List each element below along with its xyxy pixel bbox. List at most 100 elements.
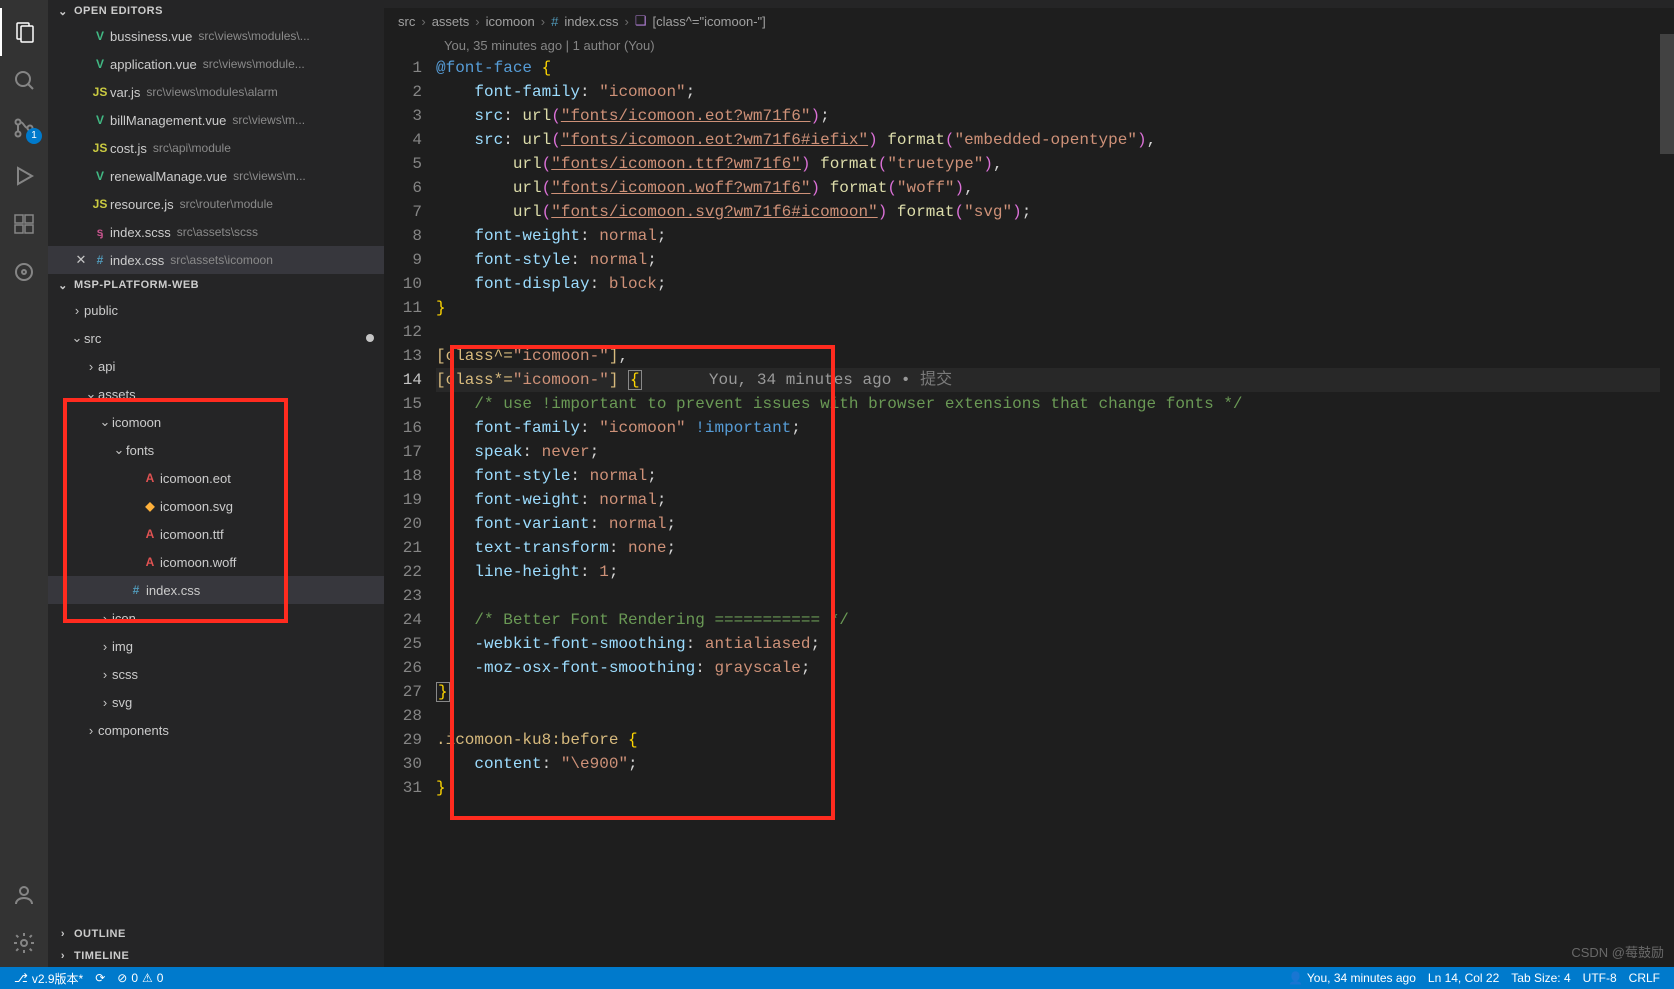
file-icon: # [90, 253, 110, 267]
settings-gear-icon[interactable] [0, 919, 48, 967]
outline-header[interactable]: › OUTLINE [48, 923, 384, 945]
folder-name: src [84, 331, 101, 346]
modified-dot-icon [366, 334, 374, 342]
tree-file[interactable]: ◆icomoon.svg [48, 492, 384, 520]
file-path: src\api\module [153, 141, 231, 155]
activity-bar: 1 [0, 0, 48, 967]
tree-file[interactable]: #index.css [48, 576, 384, 604]
file-name: billManagement.vue [110, 113, 226, 128]
line-gutter: 1234567891011121314151617181920212223242… [384, 56, 436, 967]
run-debug-icon[interactable] [0, 152, 48, 200]
file-path: src\assets\scss [177, 225, 258, 239]
status-sync[interactable]: ⟳ [89, 971, 111, 985]
breadcrumb-file[interactable]: index.css [564, 14, 618, 29]
open-editors-header[interactable]: ⌄ OPEN EDITORS [48, 0, 384, 22]
tabs-row [384, 0, 1674, 8]
tree-folder[interactable]: ⌄assets [48, 380, 384, 408]
status-tabsize[interactable]: Tab Size: 4 [1505, 971, 1576, 985]
tree-folder[interactable]: ›components [48, 716, 384, 744]
open-editor-item[interactable]: ᶊindex.scsssrc\assets\scss [48, 218, 384, 246]
gitlens-icon[interactable] [0, 248, 48, 296]
extensions-icon[interactable] [0, 200, 48, 248]
chevron-right-icon: › [421, 14, 425, 29]
breadcrumb-part[interactable]: assets [432, 14, 470, 29]
codelens-authors[interactable]: You, 35 minutes ago | 1 author (You) [384, 34, 1674, 56]
open-editor-item[interactable]: Vapplication.vuesrc\views\module... [48, 50, 384, 78]
status-blame[interactable]: 👤 You, 34 minutes ago [1282, 971, 1422, 985]
explorer-icon[interactable] [0, 8, 48, 56]
error-icon: ⊘ [117, 971, 127, 985]
folder-name: components [98, 723, 169, 738]
open-editor-item[interactable]: ✕#index.csssrc\assets\icomoon [48, 246, 384, 274]
source-control-icon[interactable]: 1 [0, 104, 48, 152]
chevron-icon: › [84, 359, 98, 374]
status-encoding[interactable]: UTF-8 [1577, 971, 1623, 985]
timeline-header[interactable]: › TIMELINE [48, 945, 384, 967]
open-editor-item[interactable]: JScost.jssrc\api\module [48, 134, 384, 162]
open-editors-list: Vbussiness.vuesrc\views\modules\...Vappl… [48, 22, 384, 274]
tree-folder[interactable]: ›img [48, 632, 384, 660]
tree-folder[interactable]: ›icon [48, 604, 384, 632]
scrollbar-vertical[interactable] [1660, 34, 1674, 967]
file-name: icomoon.ttf [160, 527, 224, 542]
file-icon: A [140, 527, 160, 541]
chevron-right-icon: › [475, 14, 479, 29]
open-editor-item[interactable]: VbillManagement.vuesrc\views\m... [48, 106, 384, 134]
symbol-icon: ❑ [635, 13, 647, 29]
breadcrumb-part[interactable]: icomoon [486, 14, 535, 29]
tree-folder[interactable]: ›api [48, 352, 384, 380]
tree-folder[interactable]: ›public [48, 296, 384, 324]
chevron-icon: › [98, 639, 112, 654]
status-ln-col[interactable]: Ln 14, Col 22 [1422, 971, 1505, 985]
tree-folder[interactable]: ⌄fonts [48, 436, 384, 464]
project-label: MSP-PLATFORM-WEB [74, 279, 199, 291]
open-editor-item[interactable]: JSresource.jssrc\router\module [48, 190, 384, 218]
scrollbar-thumb[interactable] [1660, 34, 1674, 154]
file-icon: V [90, 169, 110, 183]
chevron-icon: ⌄ [112, 442, 126, 458]
chevron-right-icon: › [56, 950, 70, 962]
open-editor-item[interactable]: Vbussiness.vuesrc\views\modules\... [48, 22, 384, 50]
tree-file[interactable]: Aicomoon.ttf [48, 520, 384, 548]
scm-badge: 1 [26, 128, 42, 144]
file-icon: A [140, 471, 160, 485]
chevron-icon: ⌄ [84, 386, 98, 402]
open-editor-item[interactable]: JSvar.jssrc\views\modules\alarm [48, 78, 384, 106]
breadcrumb[interactable]: src › assets › icomoon › # index.css › ❑… [384, 8, 1674, 34]
breadcrumb-symbol[interactable]: [class^="icomoon-"] [653, 14, 766, 29]
tree-folder[interactable]: ⌄src [48, 324, 384, 352]
tree-file[interactable]: Aicomoon.eot [48, 464, 384, 492]
folder-name: assets [98, 387, 136, 402]
search-icon[interactable] [0, 56, 48, 104]
close-icon[interactable]: ✕ [72, 252, 90, 268]
open-editor-item[interactable]: VrenewalManage.vuesrc\views\m... [48, 162, 384, 190]
chevron-down-icon: ⌄ [56, 5, 70, 18]
chevron-icon: ⌄ [70, 330, 84, 346]
file-path: src\assets\icomoon [170, 253, 273, 267]
chevron-icon: › [70, 303, 84, 318]
file-name: cost.js [110, 141, 147, 156]
chevron-icon: › [98, 667, 112, 682]
account-icon[interactable] [0, 871, 48, 919]
project-header[interactable]: ⌄ MSP-PLATFORM-WEB [48, 274, 384, 296]
folder-name: icomoon [112, 415, 161, 430]
file-icon: A [140, 555, 160, 569]
code-editor[interactable]: 1234567891011121314151617181920212223242… [384, 56, 1674, 967]
status-eol[interactable]: CRLF [1623, 971, 1666, 985]
file-icon: # [126, 583, 146, 597]
status-branch[interactable]: ⎇ v2.9版本* [8, 970, 89, 987]
tree-folder[interactable]: ›svg [48, 688, 384, 716]
folder-name: api [98, 359, 115, 374]
tree-folder[interactable]: ›scss [48, 660, 384, 688]
file-path: src\views\module... [203, 57, 305, 71]
status-problems[interactable]: ⊘0 ⚠0 [111, 971, 169, 985]
file-icon: V [90, 57, 110, 71]
open-editors-label: OPEN EDITORS [74, 5, 163, 17]
file-icon: V [90, 29, 110, 43]
chevron-icon: ⌄ [98, 414, 112, 430]
status-bar: ⎇ v2.9版本* ⟳ ⊘0 ⚠0 👤 You, 34 minutes ago … [0, 967, 1674, 989]
tree-file[interactable]: Aicomoon.woff [48, 548, 384, 576]
code-content[interactable]: @font-face { font-family: "icomoon"; src… [436, 56, 1674, 967]
breadcrumb-part[interactable]: src [398, 14, 415, 29]
tree-folder[interactable]: ⌄icomoon [48, 408, 384, 436]
